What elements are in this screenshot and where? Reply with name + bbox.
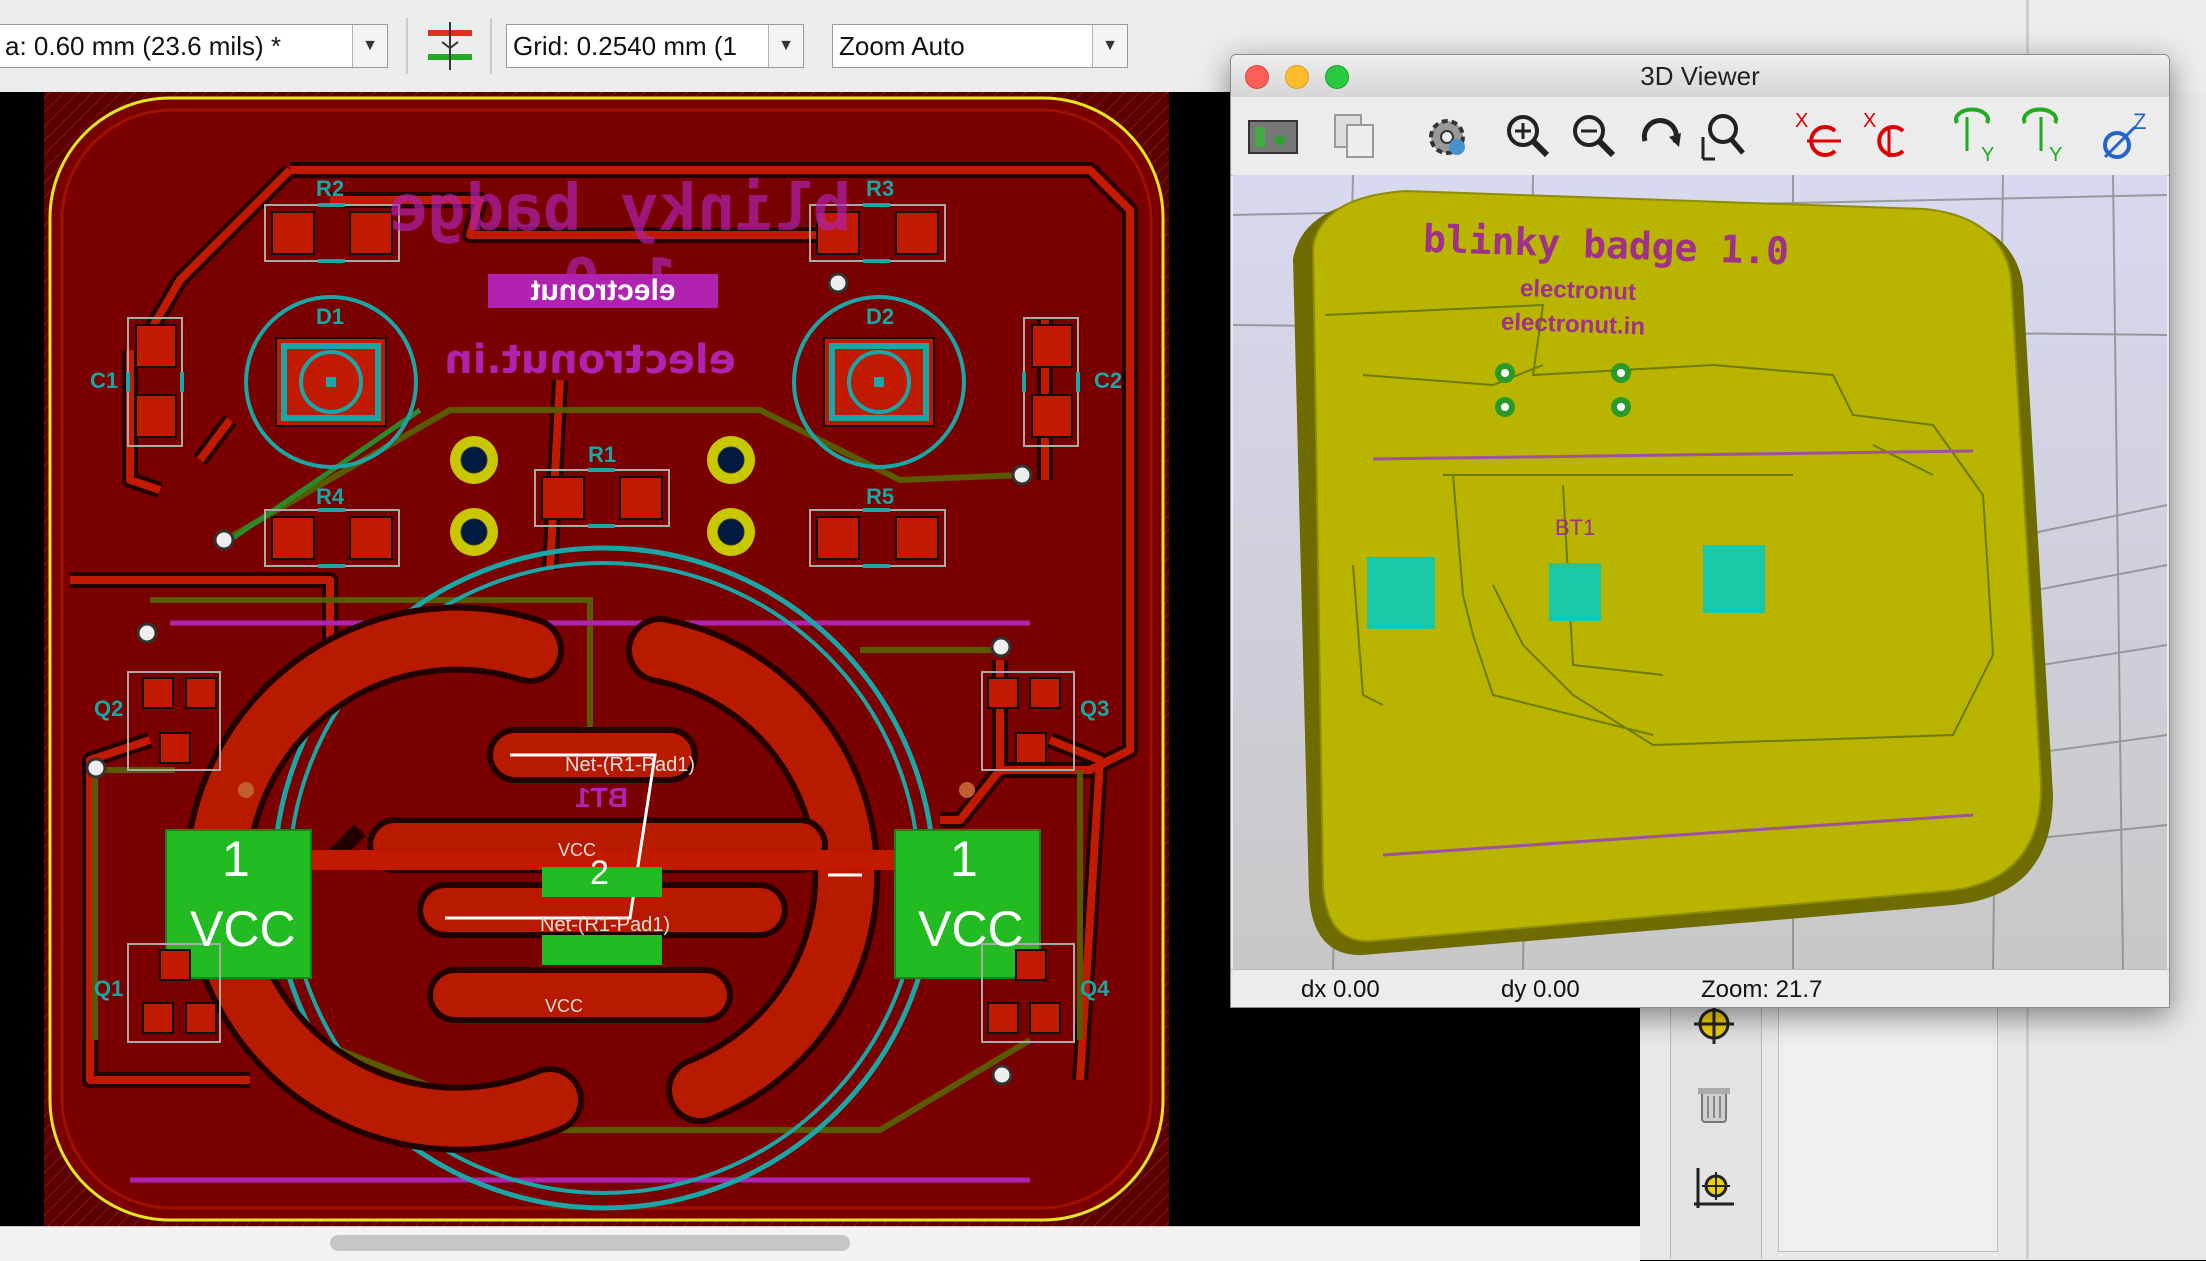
rotate-x-icon: X bbox=[1795, 110, 1841, 157]
rotate-z-button[interactable]: Z bbox=[2095, 107, 2155, 167]
bt1-pad-3d-center bbox=[1549, 563, 1601, 621]
ref-r4: R4 bbox=[316, 484, 345, 509]
board3d-bt1: BT1 bbox=[1555, 515, 1596, 540]
refresh-icon bbox=[1641, 118, 1681, 147]
gear-icon bbox=[1429, 119, 1465, 155]
grid-value: Grid: 0.2540 mm (1 bbox=[513, 31, 737, 61]
copy-button[interactable] bbox=[1325, 107, 1385, 167]
zoom-fit-icon bbox=[1701, 114, 1745, 161]
zoom-in-icon bbox=[1507, 115, 1550, 158]
export-icon bbox=[1248, 120, 1298, 154]
svg-text:X: X bbox=[1795, 110, 1808, 132]
status-dx: dx 0.00 bbox=[1301, 976, 1380, 1003]
vcc-pad-number-right: 1 bbox=[950, 831, 978, 887]
svg-text:X: X bbox=[1863, 110, 1876, 132]
rotate-y-ccw-button[interactable]: Y bbox=[2011, 107, 2071, 167]
rotate-x-ccw-button[interactable]: X bbox=[1859, 107, 1919, 167]
board3d-brand: electronut bbox=[1519, 274, 1637, 307]
scrollbar-thumb[interactable] bbox=[330, 1235, 850, 1251]
vcc-label-center: VCC bbox=[558, 840, 597, 860]
auto-track-width-button[interactable] bbox=[424, 20, 476, 72]
ref-r3: R3 bbox=[866, 176, 895, 201]
vcc-pad-number-left: 1 bbox=[222, 831, 250, 887]
zoom-in-button[interactable] bbox=[1499, 107, 1559, 167]
board-3d-render bbox=[1233, 175, 2167, 969]
zoom-out-icon bbox=[1573, 115, 1616, 158]
track-width-select[interactable]: a: 0.60 mm (23.6 mils) * ▼ bbox=[0, 24, 388, 68]
track-width-icon bbox=[428, 22, 472, 70]
silk-brand: electronut bbox=[488, 274, 718, 308]
redraw-button[interactable] bbox=[1631, 107, 1691, 167]
svg-text:Y: Y bbox=[2049, 144, 2062, 166]
board3d-website: electronut.in bbox=[1500, 308, 1646, 341]
bt1-pad-3d-right bbox=[1703, 545, 1765, 613]
zoom-out-button[interactable] bbox=[1565, 107, 1625, 167]
grid-select[interactable]: Grid: 0.2540 mm (1 ▼ bbox=[506, 24, 804, 68]
ref-r1: R1 bbox=[588, 442, 617, 467]
zoom-fit-button[interactable] bbox=[1693, 107, 1753, 167]
vcc-label-right: VCC bbox=[918, 901, 1024, 957]
settings-button[interactable] bbox=[1417, 107, 1477, 167]
ref-c1: C1 bbox=[90, 368, 119, 393]
rotate-x-icon: X bbox=[1863, 110, 1905, 157]
grid-origin-icon[interactable] bbox=[1690, 1164, 1738, 1212]
vcc-label-left: VCC bbox=[190, 901, 296, 957]
viewer-toolbar: X X Y Y Z bbox=[1231, 97, 2169, 176]
ref-d1: D1 bbox=[316, 304, 345, 329]
ref-d2: D2 bbox=[866, 304, 895, 329]
chevron-down-icon[interactable]: ▼ bbox=[768, 25, 803, 67]
rotate-y-icon: Y bbox=[2022, 107, 2062, 166]
ref-q1: Q1 bbox=[94, 976, 124, 1001]
rotate-z-icon: Z bbox=[2103, 109, 2146, 159]
viewer-titlebar[interactable]: 3D Viewer bbox=[1231, 55, 2169, 98]
toolbar-divider bbox=[490, 18, 492, 74]
status-zoom: Zoom: 21.7 bbox=[1701, 976, 1823, 1003]
svg-text:Y: Y bbox=[1981, 144, 1994, 166]
track-width-value: a: 0.60 mm (23.6 mils) * bbox=[5, 31, 281, 61]
ref-c2: C2 bbox=[1094, 368, 1123, 393]
vcc-label-bottom: VCC bbox=[545, 996, 584, 1016]
toolbar-divider bbox=[406, 18, 408, 74]
viewer-statusbar: dx 0.00 dy 0.00 Zoom: 21.7 bbox=[1231, 969, 2169, 1007]
viewer-title: 3D Viewer bbox=[1640, 61, 1760, 91]
status-dy: dy 0.00 bbox=[1501, 976, 1580, 1003]
chevron-down-icon[interactable]: ▼ bbox=[352, 25, 387, 67]
horizontal-scrollbar[interactable] bbox=[0, 1226, 1640, 1261]
net-label-bottom: Net-(R1-Pad1) bbox=[540, 914, 671, 936]
silk-website: electronut.in bbox=[444, 337, 736, 383]
ref-q2: Q2 bbox=[94, 696, 124, 721]
zoom-select[interactable]: Zoom Auto ▼ bbox=[832, 24, 1128, 68]
rotate-y-icon: Y bbox=[1954, 107, 1994, 166]
svg-text:Z: Z bbox=[2133, 109, 2146, 134]
copy-icon bbox=[1334, 114, 1374, 158]
net-label-top: Net-(R1-Pad1) bbox=[565, 754, 696, 776]
rotate-x-cw-button[interactable]: X bbox=[1791, 107, 1851, 167]
zoom-value: Zoom Auto bbox=[839, 31, 965, 61]
ref-q3: Q3 bbox=[1080, 696, 1110, 721]
bt1-pad-3d-left bbox=[1367, 557, 1435, 629]
rotate-y-cw-button[interactable]: Y bbox=[1943, 107, 2003, 167]
viewer-window: 3D Viewer X X Y Y Z blinky badge 1.0 ele… bbox=[1230, 54, 2170, 1008]
viewer-canvas[interactable]: blinky badge 1.0 electronut electronut.i… bbox=[1233, 175, 2167, 969]
ref-bt1: BT1 bbox=[575, 782, 628, 813]
ref-q4: Q4 bbox=[1080, 976, 1110, 1001]
chevron-down-icon[interactable]: ▼ bbox=[1092, 25, 1127, 67]
ref-r5: R5 bbox=[866, 484, 895, 509]
export-image-button[interactable] bbox=[1243, 107, 1303, 167]
ref-r2: R2 bbox=[316, 176, 345, 201]
trash-icon[interactable] bbox=[1690, 1080, 1738, 1128]
